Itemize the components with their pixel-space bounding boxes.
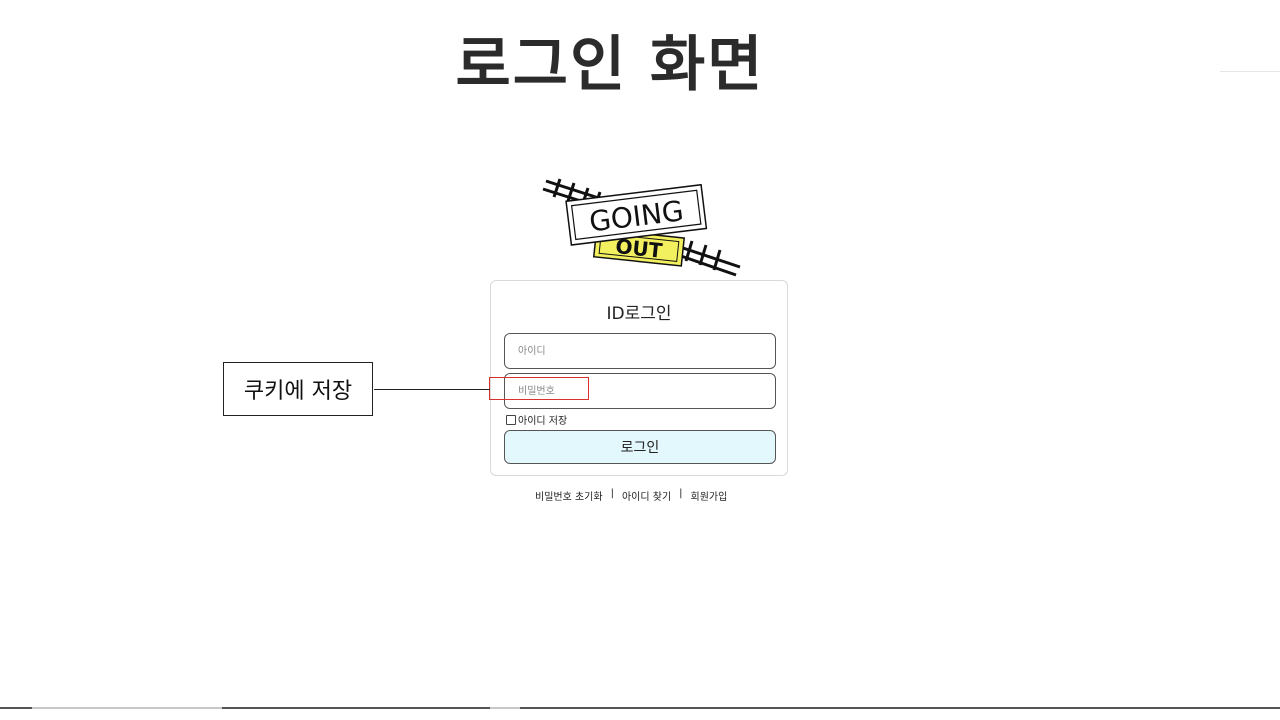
- reset-password-link[interactable]: 비밀번호 초기화: [535, 488, 603, 503]
- signup-link[interactable]: 회원가입: [691, 488, 728, 503]
- page-title-text: 로그인 화면: [449, 30, 771, 100]
- remember-id-label: 아이디 저장: [518, 416, 568, 427]
- callout-connector-line: [374, 389, 490, 390]
- bottom-divider-segment: [32, 707, 222, 709]
- page-title: 로그인 화면: [0, 16, 1220, 103]
- page: 로그인 화면 OUT GOING ID로그인 아이디 아이디 저장 로그인 비밀…: [0, 0, 1280, 720]
- account-links: 비밀번호 초기화 | 아이디 찾기 | 회원가입: [490, 488, 990, 503]
- id-input[interactable]: [504, 333, 776, 369]
- find-id-link[interactable]: 아이디 찾기: [622, 488, 671, 503]
- link-separator: |: [679, 488, 683, 499]
- annotation-label: 쿠키에 저장: [243, 379, 353, 404]
- login-card-title: ID로그인: [606, 304, 672, 324]
- login-button[interactable]: 로그인: [504, 430, 776, 464]
- link-separator: |: [610, 488, 614, 499]
- going-out-logo: OUT GOING: [542, 178, 741, 277]
- rail-track-right-icon: [677, 240, 741, 277]
- annotation-callout: 쿠키에 저장: [223, 362, 373, 416]
- bottom-divider-segment: [490, 707, 520, 709]
- remember-id-option[interactable]: 아이디 저장: [506, 412, 567, 427]
- password-highlight-box: [489, 377, 589, 400]
- remember-id-checkbox[interactable]: [506, 414, 516, 425]
